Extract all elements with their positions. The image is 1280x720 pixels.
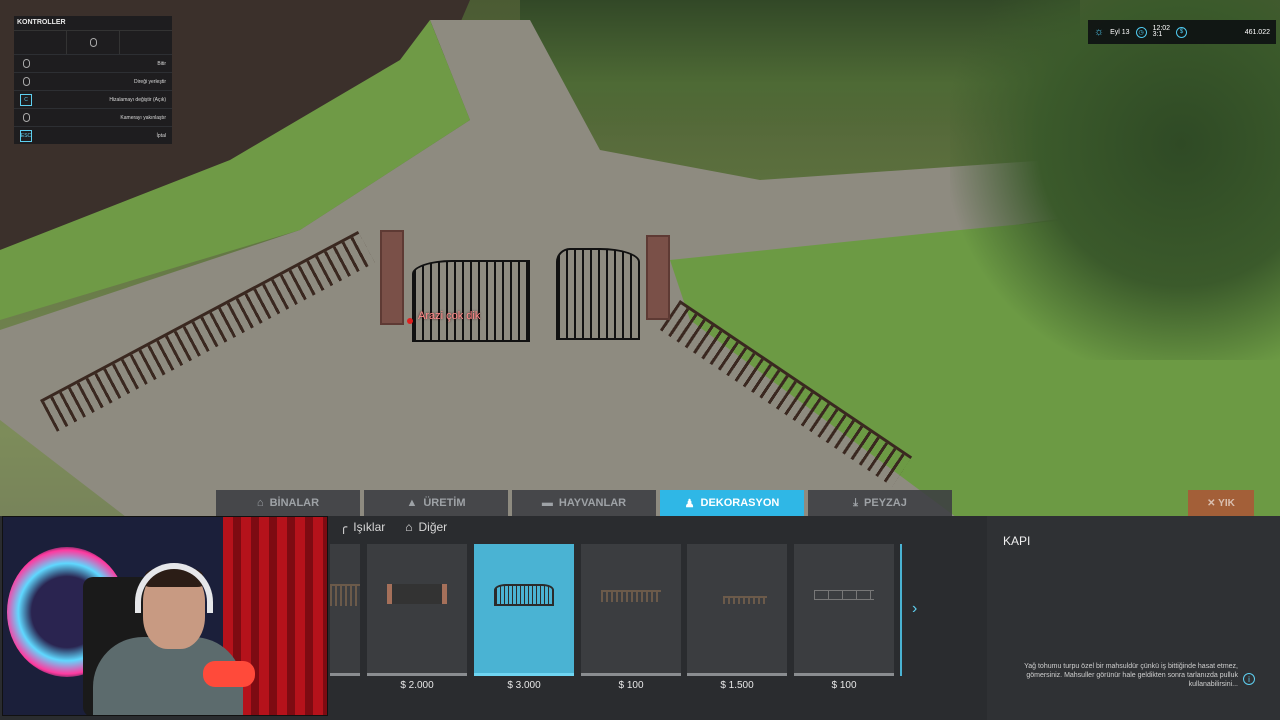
shovel-icon: ⤓ <box>853 496 859 509</box>
factory-icon: ▲ <box>406 497 418 509</box>
subtab-lights[interactable]: ╭ Işıklar <box>340 520 385 534</box>
home-icon: ⌂ <box>405 520 413 534</box>
gate-placement-preview[interactable] <box>380 230 670 380</box>
webcam-overlay <box>2 516 328 716</box>
gate-leaf-left <box>412 260 530 342</box>
hud-time-speed: 3:1 <box>1152 31 1163 38</box>
item-price: $ 100 <box>618 680 644 691</box>
controls-header <box>14 30 172 54</box>
store-item[interactable] <box>330 544 360 676</box>
fence-thumbnail <box>601 590 661 602</box>
gate-pillar-left <box>380 230 404 325</box>
item-info-panel <box>987 516 1280 720</box>
microphone-icon <box>203 661 255 687</box>
mouse-icon <box>89 38 97 47</box>
demolish-button[interactable]: ✕ YIK <box>1188 490 1254 516</box>
placement-warning-text: Arazi çok dik <box>418 310 481 322</box>
control-row-place-post: Direği yerleştir <box>14 72 172 90</box>
hud-date: Eyl 13 <box>1110 28 1130 36</box>
key-c-icon: C <box>20 93 32 106</box>
barn-icon: ⌂ <box>256 497 264 509</box>
control-row-toggle-align: C Hizalamayı değiştir (Açık) <box>14 90 172 108</box>
control-label: Bitir <box>157 60 166 67</box>
subcategory-tabs: ╭ Işıklar ⌂ Diğer <box>340 520 447 534</box>
item-info-description: Yağ tohumu turpu özel bir mahsuldür çünk… <box>1024 663 1238 688</box>
item-info-title: KAPI <box>1003 534 1031 548</box>
pine-trees <box>950 0 1280 360</box>
tab-production[interactable]: ▲ ÜRETİM <box>364 490 508 516</box>
store-item[interactable] <box>794 544 894 676</box>
cow-icon: ▬ <box>541 497 553 509</box>
gate-pillar-right <box>646 235 670 320</box>
item-price: $ 1.500 <box>720 680 754 691</box>
clock-icon: ◷ <box>1135 26 1147 38</box>
control-row-zoom: Kamerayı yakınlaştır <box>14 108 172 126</box>
money-icon: $ <box>1176 26 1188 38</box>
item-price: $ 2.000 <box>400 680 434 691</box>
tab-buildings[interactable]: ⌂ BİNALAR <box>216 490 360 516</box>
subtab-other[interactable]: ⌂ Diğer <box>405 520 447 534</box>
fence-thumbnail <box>330 584 360 606</box>
tab-landscaping[interactable]: ⤓ PEYZAJ <box>808 490 952 516</box>
gate-posts-thumbnail <box>387 584 447 604</box>
controls-panel: KONTROLLER Bitir Direği yerleştir C Hiza… <box>14 16 172 144</box>
key-esc-icon: ESC <box>20 129 32 142</box>
store-item[interactable] <box>581 544 681 676</box>
control-row-finish: Bitir <box>14 54 172 72</box>
gate-thumbnail <box>494 584 554 606</box>
mouse-icon <box>22 113 30 122</box>
decoration-icon: ♟ <box>684 497 695 510</box>
low-fence-thumbnail <box>723 596 767 604</box>
status-hud: ☼ Eyl 13 ◷ 12:02 3:1 $ 461.022 <box>1088 20 1276 44</box>
placement-warning-dot <box>407 318 413 324</box>
control-label: Kamerayı yakınlaştır <box>120 114 166 121</box>
mouse-icon <box>22 77 30 86</box>
hud-money: 461.022 <box>1244 28 1270 36</box>
item-price: $ 100 <box>831 680 857 691</box>
control-label: İptal <box>156 132 166 139</box>
chevron-right-icon[interactable]: › <box>912 600 917 618</box>
item-price: $ 3.000 <box>507 680 541 691</box>
list-edge-divider <box>900 544 902 676</box>
control-label: Direği yerleştir <box>134 78 166 85</box>
store-item[interactable] <box>367 544 467 676</box>
control-row-cancel: ESC İptal <box>14 126 172 144</box>
lamp-icon: ╭ <box>340 520 348 534</box>
mouse-icon <box>22 59 30 68</box>
hud-time: 12:02 3:1 <box>1152 25 1171 38</box>
store-items: $ 2.000 $ 3.000 $ 100 $ 1.500 $ 100 <box>330 544 902 696</box>
tab-animals[interactable]: ▬ HAYVANLAR <box>512 490 656 516</box>
store-item-selected[interactable] <box>474 544 574 676</box>
controls-title: KONTROLLER <box>17 19 66 26</box>
tab-decoration[interactable]: ♟ DEKORASYON <box>660 490 804 516</box>
control-label: Hizalamayı değiştir (Açık) <box>109 96 166 103</box>
gate-leaf-right <box>556 248 640 340</box>
category-tabs: ⌂ BİNALAR ▲ ÜRETİM ▬ HAYVANLAR ♟ DEKORAS… <box>216 490 952 516</box>
sun-icon: ☼ <box>1094 26 1105 38</box>
store-item[interactable] <box>687 544 787 676</box>
rail-fence-thumbnail <box>814 590 874 600</box>
info-icon[interactable]: i <box>1243 673 1255 685</box>
